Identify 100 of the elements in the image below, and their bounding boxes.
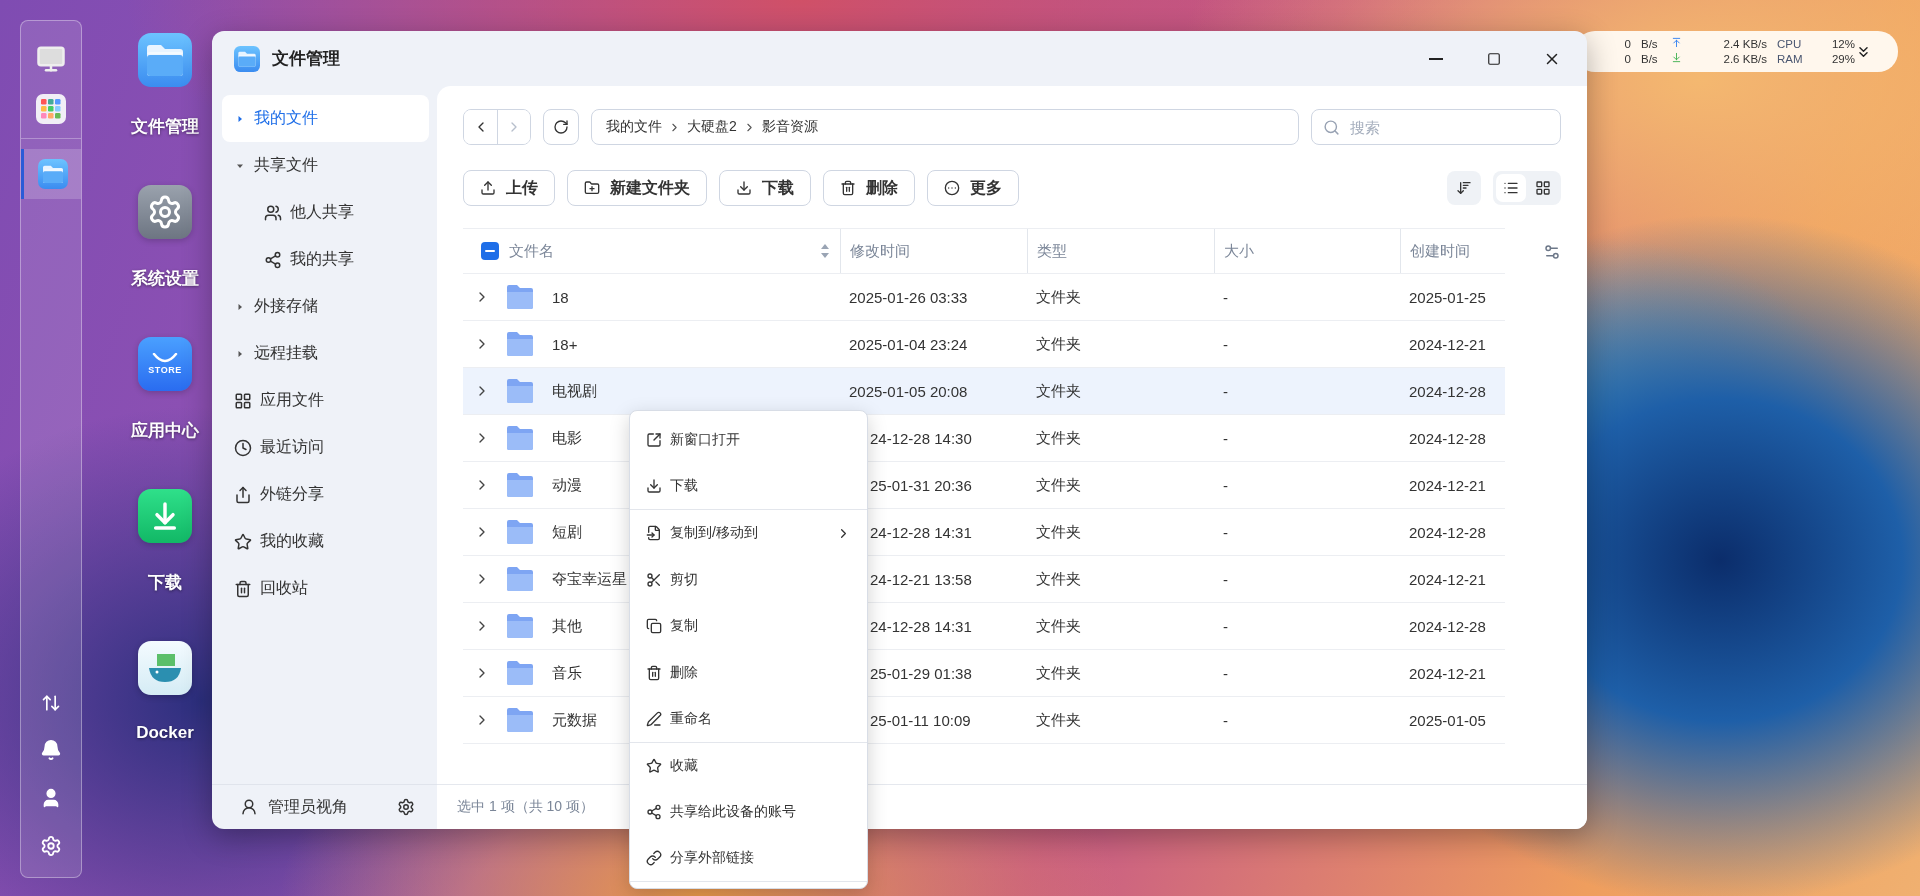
settings-icon[interactable] bbox=[397, 798, 415, 816]
table-cell-text: 2024-12-21 bbox=[1408, 664, 1487, 682]
sidebar-item[interactable]: 应用文件 bbox=[222, 377, 429, 424]
column-header[interactable]: 修改时间 bbox=[850, 241, 1027, 261]
network-rate: 0 bbox=[1623, 51, 1631, 67]
breadcrumb-link[interactable]: 我的文件 bbox=[606, 118, 662, 136]
table-cell-text: - bbox=[1222, 382, 1229, 400]
toolbar-button[interactable]: 更多 bbox=[927, 170, 1019, 206]
table-cell-text: 文件夹 bbox=[1035, 569, 1082, 589]
rate-unit: B/s bbox=[1640, 51, 1659, 67]
menu-item[interactable]: 下载 bbox=[630, 463, 867, 510]
sidebar-item[interactable]: 远程挂载 bbox=[222, 330, 429, 377]
grid-icon bbox=[234, 391, 252, 410]
settings-app-icon[interactable] bbox=[138, 185, 192, 239]
transfer-icon[interactable] bbox=[41, 693, 61, 713]
network-speed: 2.6 KB/s bbox=[1722, 51, 1767, 67]
clock-icon bbox=[234, 438, 252, 457]
folder-icon bbox=[505, 519, 535, 545]
menu-item[interactable]: 复制到/移动到 bbox=[630, 510, 867, 557]
desktop-icon-label: 文件管理 bbox=[131, 116, 199, 138]
table-cell-text: 文件夹 bbox=[1035, 381, 1082, 401]
sidebar-item[interactable]: 回收站 bbox=[222, 565, 429, 612]
table-cell-text: 文件夹 bbox=[1035, 710, 1082, 730]
share-icon bbox=[646, 804, 662, 821]
scissors-icon bbox=[646, 571, 662, 588]
column-settings-icon[interactable] bbox=[1543, 243, 1561, 261]
table-cell-text: 文件夹 bbox=[1035, 522, 1082, 542]
table-cell-text: 2025-01-26 03:33 bbox=[848, 288, 969, 306]
folder-plus-icon bbox=[584, 180, 600, 196]
table-cell-text: 电影 bbox=[551, 428, 582, 448]
list-view-button[interactable] bbox=[1496, 174, 1526, 202]
star-icon bbox=[234, 532, 252, 551]
folder-icon bbox=[505, 566, 535, 592]
table-cell-text: 电视剧 bbox=[551, 381, 597, 401]
folder-icon bbox=[505, 613, 535, 639]
table-cell-text: 文件夹 bbox=[1035, 428, 1082, 448]
refresh-button[interactable] bbox=[543, 109, 579, 145]
window-title: 文件管理 bbox=[272, 48, 340, 70]
table-cell-text: 18+ bbox=[551, 335, 578, 353]
table-cell-text: 音乐 bbox=[551, 663, 582, 683]
app-grid-icon[interactable] bbox=[36, 94, 66, 124]
table-cell-text: 18 bbox=[551, 288, 569, 306]
table-cell-text: 2025-01-05 20:08 bbox=[848, 382, 969, 400]
select-all-checkbox[interactable] bbox=[481, 242, 499, 260]
table-cell-text: 24-12-21 13:58 bbox=[869, 570, 973, 588]
sidebar-item[interactable]: 我的收藏 bbox=[222, 518, 429, 565]
dock-app[interactable] bbox=[21, 149, 81, 199]
table-cell-text: 24-12-28 14:31 bbox=[869, 617, 973, 635]
menu-item[interactable]: 剪切 bbox=[630, 556, 867, 603]
table-cell-text: - bbox=[1222, 570, 1229, 588]
table-cell-text: 2024-12-21 bbox=[1408, 476, 1487, 494]
table-row[interactable]: 电视剧 2025-01-05 20:08 文件夹 - 2024-12-28 bbox=[463, 368, 1505, 415]
menu-item[interactable]: 删除 bbox=[630, 649, 867, 696]
column-header[interactable]: 类型 bbox=[1037, 241, 1214, 261]
menu-item[interactable]: 复制 bbox=[630, 603, 867, 650]
table-cell-text: 25-01-31 20:36 bbox=[869, 476, 973, 494]
table-cell-text: 2024-12-21 bbox=[1408, 335, 1487, 353]
sidebar-item[interactable]: 外接存储 bbox=[222, 283, 429, 330]
search-icon bbox=[1323, 119, 1340, 136]
menu-item[interactable]: 重命名 bbox=[630, 696, 867, 743]
bell-icon[interactable] bbox=[40, 739, 62, 761]
pencil-icon bbox=[646, 710, 662, 727]
table-cell-text: 2025-01-05 bbox=[1408, 711, 1487, 729]
grid-icon bbox=[1535, 180, 1551, 196]
folder-icon bbox=[505, 331, 535, 357]
upload-icon bbox=[480, 180, 496, 196]
column-header[interactable]: 文件名 bbox=[509, 241, 812, 261]
column-header[interactable]: 大小 bbox=[1224, 241, 1400, 261]
toolbar-button[interactable]: 下载 bbox=[719, 170, 811, 206]
file-arrow-icon bbox=[646, 525, 662, 542]
table-cell-text: 2025-01-04 23:24 bbox=[848, 335, 969, 353]
toolbar-button[interactable]: 删除 bbox=[823, 170, 915, 206]
network-rate: 0 bbox=[1623, 36, 1631, 52]
toolbar-button[interactable]: 上传 bbox=[463, 170, 555, 206]
table-cell-text: 文件夹 bbox=[1035, 475, 1082, 495]
sort-button[interactable] bbox=[1447, 171, 1481, 205]
whale-app-icon[interactable] bbox=[138, 641, 192, 695]
maximize-icon bbox=[1487, 51, 1501, 66]
sidebar-item[interactable]: 我的共享 bbox=[222, 236, 429, 283]
store-app-icon[interactable]: STORE bbox=[138, 337, 192, 391]
folder-app-icon[interactable] bbox=[138, 33, 192, 87]
toolbar-button[interactable]: 新建文件夹 bbox=[567, 170, 707, 206]
minimize-icon bbox=[1429, 57, 1443, 60]
sidebar-item[interactable]: 他人共享 bbox=[222, 189, 429, 236]
sidebar-item[interactable]: 最近访问 bbox=[222, 424, 429, 471]
search-field[interactable]: 搜索 bbox=[1311, 109, 1561, 145]
breadcrumb-link[interactable]: 大硬盘2 bbox=[687, 118, 737, 136]
external-window-icon bbox=[646, 432, 662, 449]
download-app-icon[interactable] bbox=[138, 489, 192, 543]
sidebar-item[interactable]: 我的文件 bbox=[222, 95, 429, 142]
breadcrumb-link[interactable]: 影音资源 bbox=[761, 118, 818, 136]
monitor-icon[interactable] bbox=[36, 44, 66, 74]
menu-item[interactable]: 新窗口打开 bbox=[630, 417, 867, 464]
column-header[interactable]: 创建时间 bbox=[1410, 241, 1505, 261]
menu-item[interactable]: 分享外部链接 bbox=[630, 835, 867, 882]
table-cell-text: 文件夹 bbox=[1035, 663, 1082, 683]
sidebar-item[interactable]: 共享文件 bbox=[222, 142, 429, 189]
table-cell-text: 文件夹 bbox=[1035, 334, 1082, 354]
sidebar-item[interactable]: 外链分享 bbox=[222, 471, 429, 518]
table-row[interactable]: 18 2025-01-26 03:33 文件夹 - 2025-01-25 bbox=[463, 274, 1505, 321]
